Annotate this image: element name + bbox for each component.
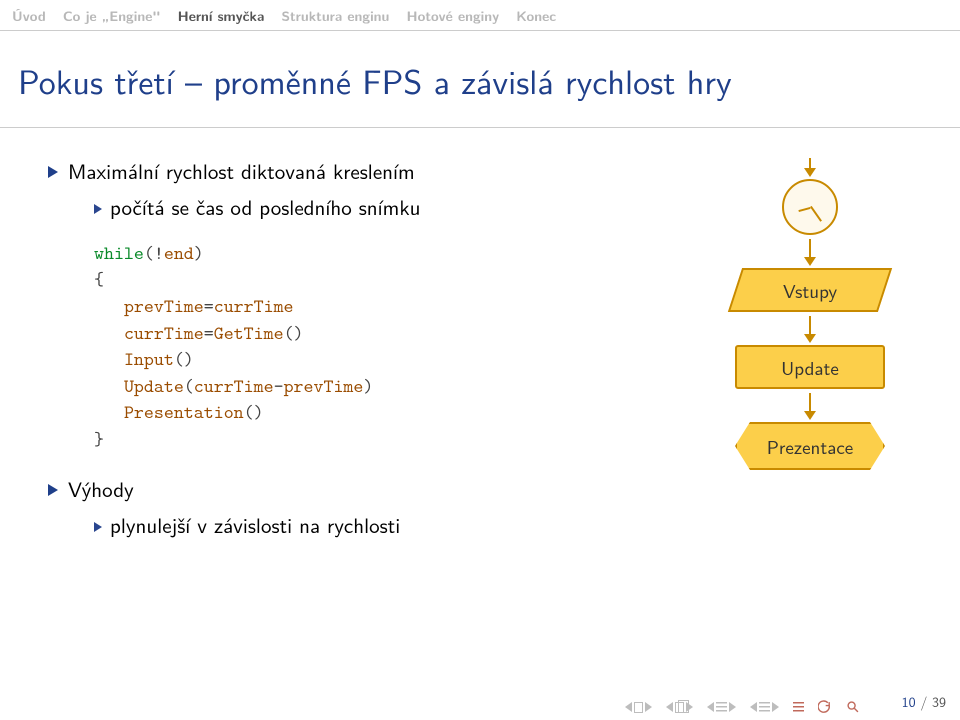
code-ident: prevTime — [124, 294, 204, 319]
nav-item-engine[interactable]: Co je „Engine" — [63, 6, 161, 26]
flow-node-presentation: Prezentace — [735, 422, 885, 470]
slide: Úvod Co je „Engine" Herní smyčka Struktu… — [0, 0, 960, 720]
page-total: 39 — [932, 692, 946, 712]
code-ident: Input — [124, 347, 174, 372]
flow-node-inputs: Vstupy — [728, 268, 892, 312]
bullet-text: plynulejší v závislosti na rychlosti — [110, 510, 400, 540]
bullet-icon — [94, 204, 102, 214]
bullet-max-speed: Maximální rychlost diktovaná kreslením — [48, 156, 660, 186]
code-paren: ( — [184, 374, 194, 399]
code-brace: } — [94, 427, 104, 452]
code-paren: () — [284, 321, 304, 346]
subbullet-smoother: plynulejší v závislosti na rychlosti — [94, 510, 660, 540]
bullet-icon — [48, 166, 58, 178]
bullet-icon — [94, 522, 102, 532]
slide-title: Pokus třetí – proměnné FPS a závislá ryc… — [0, 41, 960, 119]
code-ident: Presentation — [124, 400, 244, 425]
bullet-text: Výhody — [68, 474, 134, 504]
nav-search-icon[interactable] — [846, 700, 860, 714]
flowchart: Vstupy Update Prezentace — [660, 156, 930, 547]
code-ident: GetTime — [214, 321, 284, 346]
page-number: 10 / 39 — [902, 692, 946, 712]
code-op: = — [204, 294, 214, 319]
page-sep: / — [916, 692, 932, 712]
code-brace: { — [94, 267, 104, 292]
code-literal-end: end — [164, 241, 194, 266]
nav-item-konec[interactable]: Konec — [516, 6, 556, 26]
bullet-text: počítá se čas od posledního snímku — [110, 192, 420, 222]
flow-node-update: Update — [735, 345, 885, 389]
bullet-advantages: Výhody — [48, 474, 660, 504]
nav-next-icon[interactable] — [750, 702, 779, 712]
nav-lines-icon[interactable] — [793, 702, 804, 712]
nav-item-struktura[interactable]: Struktura enginu — [281, 6, 389, 26]
code-ident: currTime — [194, 374, 274, 399]
code-seg: ) — [194, 241, 204, 266]
code-op: = — [204, 321, 214, 346]
flow-label: Update — [781, 353, 839, 381]
nav-item-hotove[interactable]: Hotové enginy — [407, 6, 500, 26]
flow-node-clock — [782, 179, 838, 235]
nav-prev-icon[interactable] — [707, 702, 736, 712]
nav-item-uvod[interactable]: Úvod — [12, 6, 46, 26]
code-block: while(!end) { prevTime=currTime currTime… — [94, 241, 660, 454]
nav-prev-section-icon[interactable] — [666, 702, 693, 713]
page-current: 10 — [902, 692, 916, 712]
title-separator — [0, 127, 960, 128]
nav-back-icon[interactable] — [818, 700, 832, 714]
nav-separator — [0, 30, 960, 31]
code-paren: () — [244, 400, 264, 425]
subbullet-time-since-last: počítá se čas od posledního snímku — [94, 192, 660, 222]
nav-first-icon[interactable] — [625, 702, 652, 713]
flow-label: Prezentace — [767, 432, 853, 460]
bullet-text: Maximální rychlost diktovaná kreslením — [68, 156, 415, 186]
code-ident: currTime — [124, 321, 204, 346]
code-op: - — [274, 374, 284, 399]
code-ident: prevTime — [284, 374, 364, 399]
code-ident: currTime — [214, 294, 294, 319]
code-ident: Update — [124, 374, 184, 399]
content-left: Maximální rychlost diktovaná kreslením p… — [48, 156, 660, 547]
nav-item-herni-smycka[interactable]: Herní smyčka — [178, 6, 265, 26]
code-paren: () — [174, 347, 194, 372]
beamer-nav-icons — [625, 700, 860, 714]
bullet-icon — [48, 484, 58, 496]
flow-label: Vstupy — [783, 276, 837, 304]
section-nav: Úvod Co je „Engine" Herní smyčka Struktu… — [0, 0, 960, 30]
code-paren: ) — [363, 374, 373, 399]
code-keyword-while: while — [94, 241, 144, 266]
code-seg: (! — [144, 241, 164, 266]
